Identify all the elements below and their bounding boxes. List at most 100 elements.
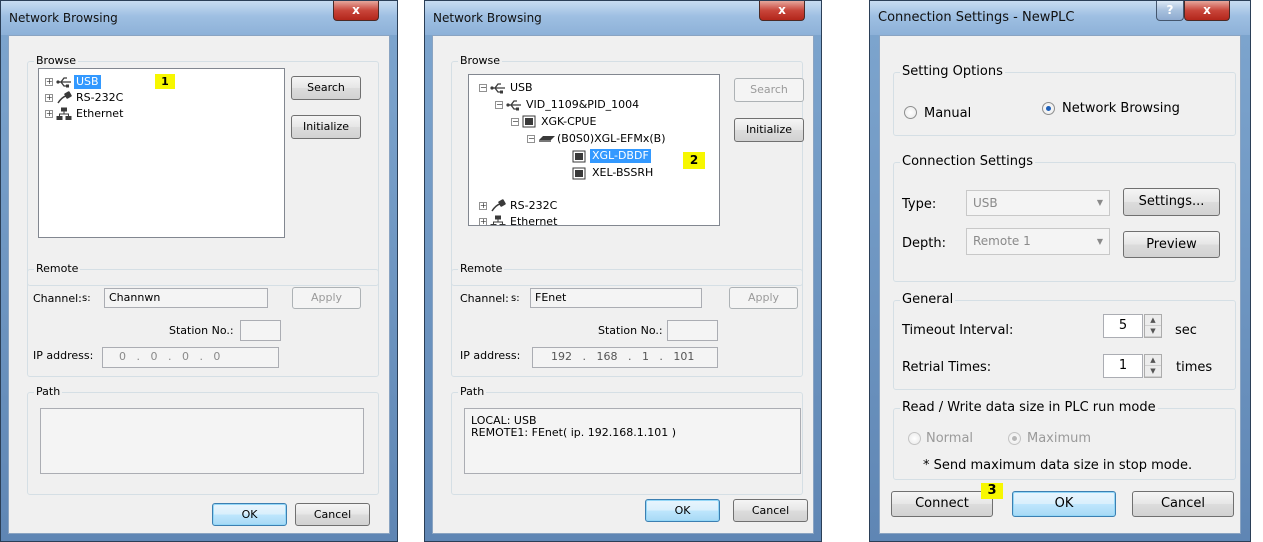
initialize-button[interactable]: Initialize (291, 115, 361, 139)
retrial-times-label: Retrial Times: (902, 360, 992, 375)
dialog-title: Connection Settings - NewPLC (878, 10, 1075, 25)
dialog-title: Network Browsing (433, 11, 542, 25)
general-group: General (893, 292, 1236, 390)
search-button[interactable]: Search (734, 78, 804, 102)
collapse-icon[interactable]: − (479, 84, 487, 92)
network-icon (490, 215, 506, 225)
apply-button[interactable]: Apply (292, 287, 361, 309)
expand-icon[interactable]: + (45, 94, 53, 102)
timeout-spinner[interactable]: ▲ ▼ (1144, 314, 1162, 338)
normal-radio[interactable] (908, 432, 921, 445)
title-bar[interactable]: Network Browsing x (425, 1, 821, 35)
cancel-button[interactable]: Cancel (1132, 491, 1234, 517)
dialog-client: Setting Options Manual Network Browsing … (879, 35, 1241, 534)
type-value: USB (973, 196, 998, 210)
connection-settings-group: Connection Settings (893, 154, 1236, 282)
ok-button[interactable]: OK (212, 503, 287, 526)
manual-radio[interactable] (904, 106, 917, 119)
ok-button[interactable]: OK (1012, 491, 1116, 517)
manual-label[interactable]: Manual (924, 106, 971, 121)
stop-mode-note: * Send maximum data size in stop mode. (923, 458, 1193, 473)
channel-prefix: s: (82, 293, 91, 304)
tree-node-usb[interactable]: USB (510, 81, 533, 95)
expand-icon[interactable]: + (45, 78, 53, 86)
path-display: LOCAL: USB REMOTE1: FEnet( ip. 192.168.1… (464, 408, 801, 474)
plc-module-icon (522, 115, 536, 128)
tree-node-cpu[interactable]: XGK-CPUE (541, 115, 596, 129)
ip-address-label: IP address: (460, 349, 521, 362)
path-line: REMOTE1: FEnet( ip. 192.168.1.101 ) (471, 426, 677, 439)
network-icon (56, 107, 72, 120)
spin-down-icon[interactable]: ▼ (1145, 326, 1161, 337)
expand-icon[interactable]: + (45, 110, 53, 118)
collapse-icon[interactable]: − (511, 118, 519, 126)
spin-down-icon[interactable]: ▼ (1145, 366, 1161, 377)
dialog-client: Browse + USB + RS-232C + Ethernet 1 Sear… (8, 35, 390, 534)
expand-icon[interactable]: + (479, 218, 487, 225)
help-button[interactable]: ? (1156, 1, 1184, 21)
close-button[interactable]: x (1184, 1, 1230, 21)
close-button[interactable]: x (333, 1, 379, 21)
channel-field: Channwn (104, 288, 268, 308)
usb-icon (506, 100, 521, 111)
tree-node-network-module[interactable]: (B0S0)XGL-EFMx(B) (557, 132, 665, 146)
initialize-button[interactable]: Initialize (734, 118, 804, 142)
step-marker: 2 (683, 152, 705, 169)
channel-label: Channel: (460, 292, 509, 305)
plc-module-icon (572, 167, 586, 180)
search-button[interactable]: Search (291, 76, 361, 100)
tree-node-ethernet[interactable]: Ethernet (76, 107, 123, 121)
title-bar[interactable]: Connection Settings - NewPLC ? x (870, 1, 1250, 35)
tree-node-rs232c[interactable]: RS-232C (510, 199, 557, 213)
general-label: General (900, 292, 956, 307)
station-no-field[interactable] (667, 320, 718, 341)
maximum-radio[interactable] (1008, 432, 1021, 445)
depth-select[interactable]: Remote 1 ▼ (966, 228, 1110, 255)
spin-up-icon[interactable]: ▲ (1145, 315, 1161, 326)
settings-button[interactable]: Settings... (1123, 188, 1220, 216)
collapse-icon[interactable]: − (495, 101, 503, 109)
close-button[interactable]: x (759, 1, 805, 21)
tree-node-xel-bssrh[interactable]: XEL-BSSRH (592, 166, 653, 180)
usb-icon (490, 83, 505, 94)
network-browsing-label[interactable]: Network Browsing (1062, 101, 1180, 116)
network-browsing-radio[interactable] (1042, 102, 1055, 115)
channel-field: FEnet (530, 288, 702, 308)
type-select[interactable]: USB ▼ (966, 190, 1110, 216)
retrial-spinner[interactable]: ▲ ▼ (1144, 354, 1162, 378)
tree-node-usb[interactable]: USB (74, 75, 101, 89)
path-group-label: Path (34, 385, 63, 398)
retrial-times-input[interactable]: 1 (1103, 354, 1143, 378)
tree-node-rs232c[interactable]: RS-232C (76, 91, 123, 105)
spin-up-icon[interactable]: ▲ (1145, 355, 1161, 366)
ip-address-field[interactable]: 0 . 0 . 0 . 0 (102, 347, 279, 368)
tree-node-xgl-dbdf[interactable]: XGL-DBDF (590, 149, 651, 163)
ip-address-field[interactable]: 192 . 168 . 1 . 101 (532, 347, 718, 368)
chevron-down-icon: ▼ (1096, 198, 1103, 207)
station-no-field[interactable] (240, 320, 281, 341)
network-browsing-dialog-2: Network Browsing x Browse − USB − VID_11… (424, 0, 822, 542)
remote-group-label: Remote (34, 262, 81, 275)
ip-address-label: IP address: (33, 349, 94, 362)
expand-icon[interactable]: + (479, 202, 487, 210)
collapse-icon[interactable]: − (527, 135, 535, 143)
preview-button[interactable]: Preview (1123, 231, 1220, 258)
step-marker: 1 (155, 74, 175, 89)
tree-node-usb-device[interactable]: VID_1109&PID_1004 (526, 98, 639, 112)
cancel-button[interactable]: Cancel (295, 503, 370, 526)
timeout-interval-input[interactable]: 5 (1103, 314, 1143, 338)
device-tree[interactable]: − USB − VID_1109&PID_1004 − XGK-CPUE − (… (468, 74, 720, 226)
serial-cable-icon (57, 91, 72, 104)
device-tree[interactable]: + USB + RS-232C + Ethernet 1 (38, 68, 285, 238)
title-bar[interactable]: Network Browsing x (1, 1, 397, 35)
cancel-button[interactable]: Cancel (733, 499, 808, 522)
apply-button[interactable]: Apply (729, 287, 798, 309)
connect-button[interactable]: Connect (891, 491, 993, 517)
dialog-title: Network Browsing (9, 11, 118, 25)
tree-node-ethernet[interactable]: Ethernet (510, 215, 557, 225)
path-display (40, 408, 364, 474)
ok-button[interactable]: OK (645, 499, 720, 522)
browse-group-label: Browse (34, 54, 79, 67)
dialog-client: Browse − USB − VID_1109&PID_1004 − XGK-C… (432, 35, 814, 534)
usb-icon (56, 77, 71, 88)
